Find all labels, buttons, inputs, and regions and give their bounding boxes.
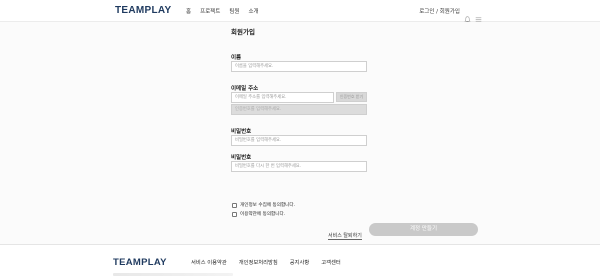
footer-logo[interactable]: TEAMPLAY	[113, 257, 167, 268]
name-input[interactable]: 이름을 입력해주세요.	[231, 61, 367, 72]
password-label: 비밀번호	[231, 129, 252, 135]
privacy-consent-row[interactable]: 개인정보 수집에 동의합니다.	[232, 202, 295, 208]
footer-nav: 서비스 이용약관 개인정보처리방침 공지사항 고객센터	[191, 258, 341, 266]
send-code-button[interactable]: 인증번호 받기	[336, 92, 367, 102]
terms-checkbox[interactable]	[232, 211, 237, 217]
header-logo[interactable]: TEAMPLAY	[115, 5, 171, 16]
footer-link-support[interactable]: 고객센터	[321, 258, 341, 266]
email-label: 이메일 주소	[231, 86, 259, 92]
footer: TEAMPLAY 서비스 이용약관 개인정보처리방침 공지사항 고객센터	[0, 244, 600, 277]
header-actions: 로그인 / 회원가입	[419, 7, 482, 23]
name-label: 이름	[231, 55, 242, 61]
bell-icon[interactable]	[464, 8, 471, 23]
page-title: 회원가입	[231, 28, 255, 36]
signup-section	[0, 22, 600, 244]
password-confirm-label: 비밀번호	[231, 155, 252, 161]
email-input[interactable]: 이메일 주소를 입력해주세요.	[231, 92, 334, 103]
terms-consent-label: 이용약관에 동의합니다.	[240, 212, 286, 217]
privacy-checkbox[interactable]	[232, 202, 237, 208]
code-input[interactable]: 인증번호를 입력해주세요.	[231, 104, 367, 115]
footer-link-notice[interactable]: 공지사항	[290, 258, 310, 266]
menu-icon[interactable]	[475, 8, 482, 22]
nav-item-project[interactable]: 프로젝트	[200, 7, 220, 15]
main-nav: 홈 프로젝트 팀원 소개	[186, 7, 259, 15]
nav-item-team[interactable]: 팀원	[229, 7, 239, 15]
withdraw-link[interactable]: 서비스 탈퇴하기	[328, 232, 362, 240]
privacy-consent-label: 개인정보 수집에 동의합니다.	[240, 203, 296, 208]
terms-consent-row[interactable]: 이용약관에 동의합니다.	[232, 211, 285, 217]
password-confirm-input[interactable]: 비밀번호를 다시 한 번 입력해주세요.	[231, 161, 367, 172]
login-link[interactable]: 로그인 / 회원가입	[419, 7, 460, 15]
footer-link-privacy[interactable]: 개인정보처리방침	[239, 258, 278, 266]
footer-link-terms[interactable]: 서비스 이용약관	[191, 258, 227, 266]
footer-info-text	[113, 273, 233, 276]
nav-item-about[interactable]: 소개	[248, 7, 258, 15]
nav-item-home[interactable]: 홈	[186, 7, 191, 15]
password-input[interactable]: 비밀번호를 입력해주세요.	[231, 135, 367, 146]
create-account-button[interactable]: 계정 만들기	[369, 223, 478, 236]
top-header: TEAMPLAY 홈 프로젝트 팀원 소개 로그인 / 회원가입	[0, 0, 600, 23]
